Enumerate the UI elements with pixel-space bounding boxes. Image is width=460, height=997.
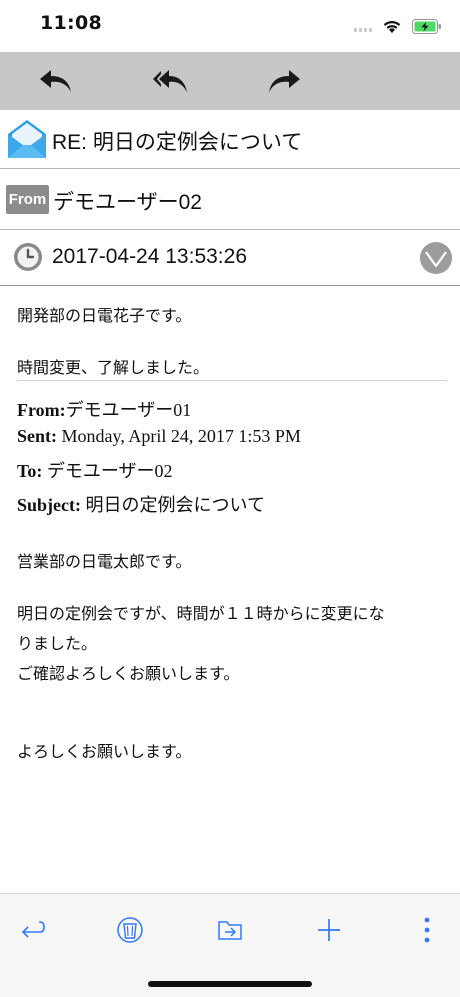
body-line: 営業部の日電太郎です。 <box>17 554 192 571</box>
forward-button[interactable] <box>266 64 302 98</box>
body-line: 開発部の日電花子です。 <box>17 308 192 325</box>
home-indicator[interactable] <box>148 981 312 987</box>
action-toolbar <box>0 52 460 110</box>
quoted-from-value: デモユーザー01 <box>65 400 192 420</box>
more-button[interactable] <box>407 910 447 950</box>
status-bar: 11:08 <box>0 0 460 52</box>
body-line: りました。 <box>17 636 98 653</box>
back-button[interactable] <box>12 910 52 950</box>
move-to-folder-icon <box>218 921 242 940</box>
wifi-icon <box>383 20 401 33</box>
return-icon <box>21 921 45 938</box>
quoted-from-label: From: <box>17 400 66 420</box>
from-badge: From <box>6 185 49 214</box>
envelope-icon <box>8 120 46 158</box>
from-row: From デモユーザー02 <box>0 169 460 230</box>
quoted-to: To: デモユーザー02 <box>17 457 173 483</box>
quoted-to-label: To: <box>17 461 43 481</box>
email-subject: RE: 明日の定例会について <box>52 131 303 154</box>
quoted-subject: Subject: 明日の定例会について <box>17 491 265 517</box>
forward-icon <box>269 70 300 92</box>
reply-icon <box>40 70 71 92</box>
chevron-down-icon[interactable] <box>419 241 453 275</box>
quoted-sent: Sent: Monday, April 24, 2017 1:53 PM <box>17 426 301 447</box>
trash-icon <box>117 917 143 943</box>
subject-row: RE: 明日の定例会について <box>0 110 460 169</box>
add-button[interactable] <box>309 910 349 950</box>
email-from: デモユーザー02 <box>53 191 202 214</box>
delete-button[interactable] <box>110 910 150 950</box>
body-line: よろしくお願いします。 <box>17 744 192 761</box>
quote-divider <box>17 380 447 381</box>
status-time: 11:08 <box>40 12 102 34</box>
quoted-to-value: デモユーザー02 <box>46 461 173 481</box>
email-date: 2017-04-24 13:53:26 <box>52 245 247 268</box>
add-icon <box>318 919 340 941</box>
body-line: ご確認よろしくお願いします。 <box>17 666 240 683</box>
date-row: 2017-04-24 13:53:26 <box>0 230 460 286</box>
body-line: 時間変更、了解しました。 <box>17 360 210 377</box>
quoted-sent-value: Monday, April 24, 2017 1:53 PM <box>61 426 301 446</box>
more-icon <box>424 917 430 943</box>
quoted-subject-label: Subject: <box>17 495 81 515</box>
reply-all-button[interactable] <box>152 64 188 98</box>
move-button[interactable] <box>210 910 250 950</box>
quoted-subject-value: 明日の定例会について <box>85 495 265 515</box>
clock-icon <box>14 243 42 271</box>
signal-icon <box>354 20 372 32</box>
reply-all-icon <box>153 70 187 92</box>
quoted-sent-label: Sent: <box>17 426 57 446</box>
reply-button[interactable] <box>38 64 74 98</box>
body-line: 明日の定例会ですが、時間が１１時からに変更にな <box>17 606 385 623</box>
battery-icon <box>412 18 441 34</box>
quoted-from: From:デモユーザー01 <box>17 396 191 422</box>
status-icons <box>354 14 442 38</box>
